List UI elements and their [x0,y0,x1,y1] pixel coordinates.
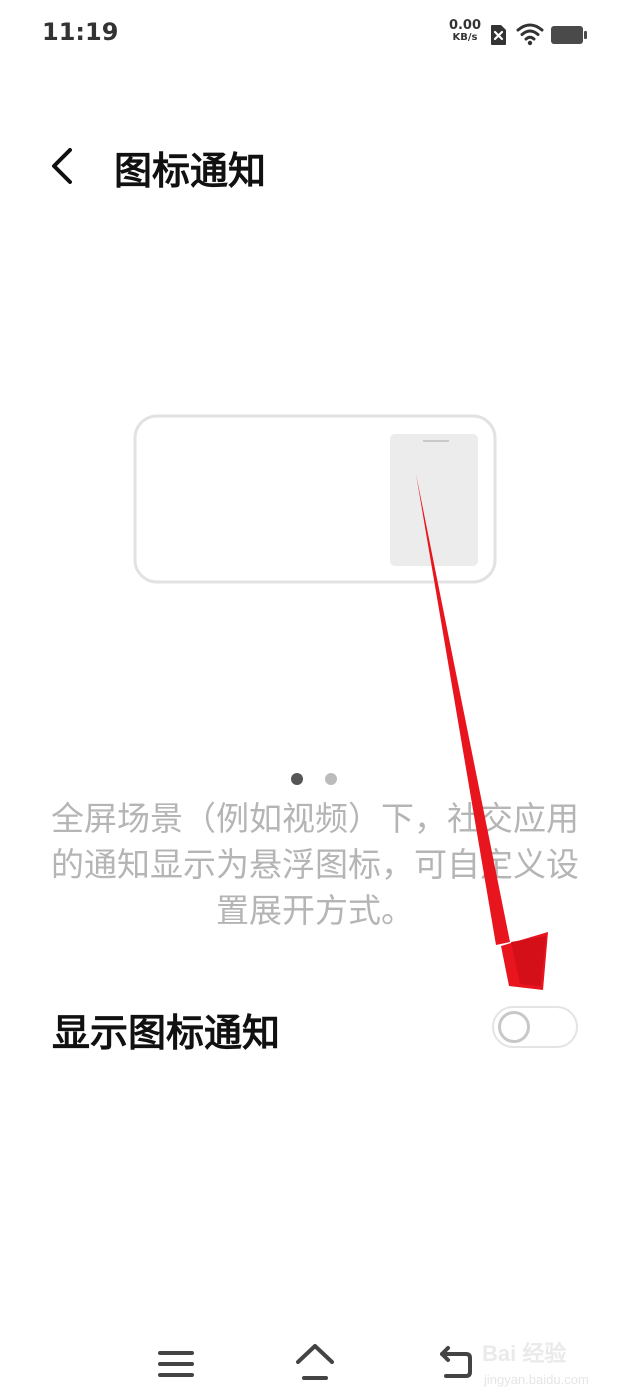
watermark-logo: Bai 经验 [482,1341,567,1366]
show-icon-notification-toggle[interactable] [492,1006,578,1048]
status-bar: 11:19 0.00 KB/s [0,0,630,68]
setting-label: 显示图标通知 [52,1011,281,1055]
annotation-arrow-head [501,932,548,990]
page-dot-active [291,773,303,785]
status-time: 11:19 [42,18,119,46]
network-speed: 0.00 KB/s [444,18,486,44]
battery-icon [551,26,587,44]
back-button[interactable] [42,144,86,188]
page-title: 图标通知 [114,149,267,193]
menu-icon[interactable] [156,1344,196,1384]
page-indicator [287,771,343,787]
network-speed-value: 0.00 [448,18,482,33]
feature-description: 全屏场景（例如视频）下，社交应用的通知显示为悬浮图标，可自定义设置展开方式。 [51,799,579,930]
landscape-phone-illustration [133,414,497,584]
annotation-arrow [416,474,548,990]
setting-row-show-icon-notification[interactable]: 显示图标通知 [0,990,630,1066]
wifi-icon [516,23,544,46]
header: 图标通知 [0,130,630,200]
toggle-knob [498,1011,530,1043]
watermark: Bai 经验 jingyan.baidu.com [478,1328,628,1398]
home-icon[interactable] [292,1340,338,1384]
page-dot-inactive [325,773,337,785]
sim-off-icon [491,25,506,45]
watermark-url: jingyan.baidu.com [484,1372,589,1387]
network-speed-unit: KB/s [452,32,478,43]
back-icon[interactable] [436,1342,476,1382]
